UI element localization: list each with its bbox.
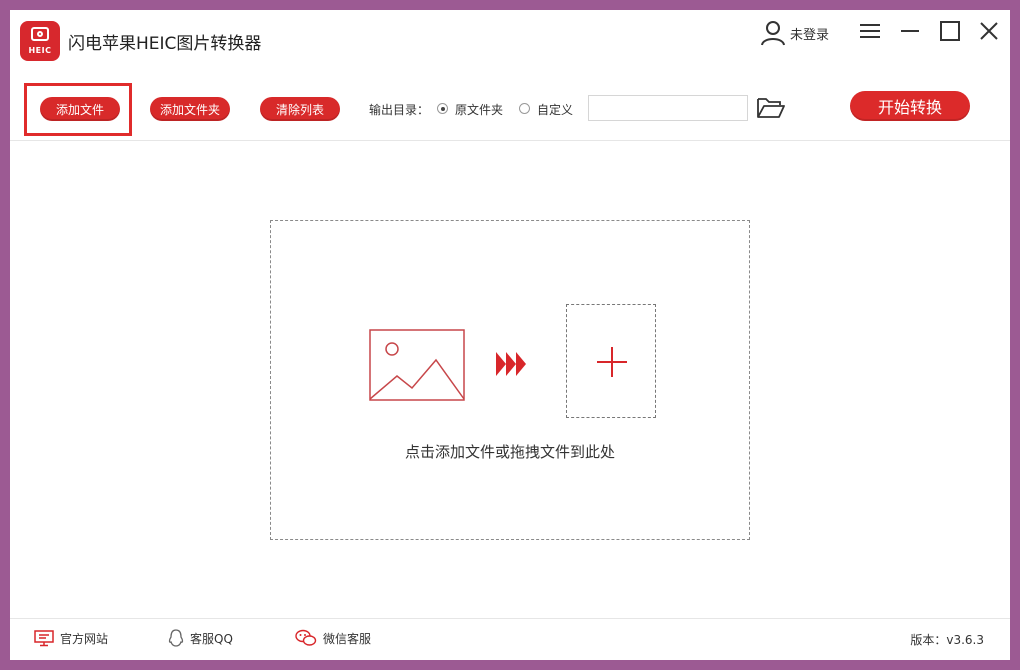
footer-divider bbox=[10, 618, 1010, 619]
radio-original-label[interactable]: 原文件夹 bbox=[455, 101, 503, 118]
login-button[interactable]: 未登录 bbox=[760, 19, 829, 47]
version-label: 版本：v3.6.3 bbox=[910, 633, 984, 647]
menu-button[interactable] bbox=[857, 20, 883, 42]
user-icon bbox=[761, 21, 785, 46]
logo-text: HEIC bbox=[28, 46, 52, 55]
plus-icon bbox=[597, 347, 627, 377]
monitor-icon bbox=[34, 629, 54, 646]
drop-hint-text: 点击添加文件或拖拽文件到此处 bbox=[404, 443, 615, 461]
official-website-link[interactable]: 官方网站 bbox=[34, 628, 108, 648]
maximize-icon bbox=[940, 21, 960, 41]
camera-icon bbox=[31, 27, 49, 41]
close-button[interactable] bbox=[976, 20, 1002, 42]
radio-custom-label[interactable]: 自定义 bbox=[537, 101, 573, 118]
qq-icon bbox=[168, 629, 184, 647]
radio-custom[interactable] bbox=[519, 103, 530, 114]
menu-icon bbox=[860, 24, 880, 38]
radio-original-folder[interactable] bbox=[437, 103, 448, 114]
app-title: 闪电苹果HEIC图片转换器 bbox=[68, 34, 262, 54]
maximize-button[interactable] bbox=[937, 20, 963, 42]
add-folder-button[interactable]: 添加文件夹 bbox=[150, 97, 230, 121]
start-convert-button[interactable]: 开始转换 bbox=[850, 91, 970, 121]
output-dir-label: 输出目录： bbox=[369, 103, 430, 117]
app-logo: HEIC bbox=[20, 21, 60, 61]
image-icon bbox=[369, 329, 465, 401]
app-window: HEIC 闪电苹果HEIC图片转换器 未登录 添加文件 添加文件夹 清除列表 输… bbox=[10, 10, 1010, 660]
drop-zone[interactable]: 点击添加文件或拖拽文件到此处 bbox=[270, 220, 750, 540]
clear-list-button[interactable]: 清除列表 bbox=[260, 97, 340, 121]
browse-folder-button[interactable] bbox=[756, 96, 786, 120]
minimize-icon bbox=[901, 30, 919, 32]
official-website-label: 官方网站 bbox=[60, 631, 109, 646]
add-target-box[interactable] bbox=[566, 304, 656, 418]
toolbar-divider bbox=[10, 140, 1010, 141]
minimize-button[interactable] bbox=[897, 20, 923, 42]
customer-qq-label: 客服QQ bbox=[190, 631, 233, 646]
wechat-icon bbox=[295, 629, 317, 646]
close-icon bbox=[980, 22, 998, 40]
wechat-service-link[interactable]: 微信客服 bbox=[295, 628, 371, 648]
forward-arrows-icon bbox=[496, 352, 526, 376]
user-label: 未登录 bbox=[790, 27, 830, 43]
output-path-input[interactable] bbox=[588, 95, 748, 121]
customer-qq-link[interactable]: 客服QQ bbox=[168, 628, 233, 648]
folder-open-icon bbox=[757, 98, 785, 118]
add-file-button[interactable]: 添加文件 bbox=[40, 97, 120, 121]
wechat-service-label: 微信客服 bbox=[323, 631, 372, 646]
